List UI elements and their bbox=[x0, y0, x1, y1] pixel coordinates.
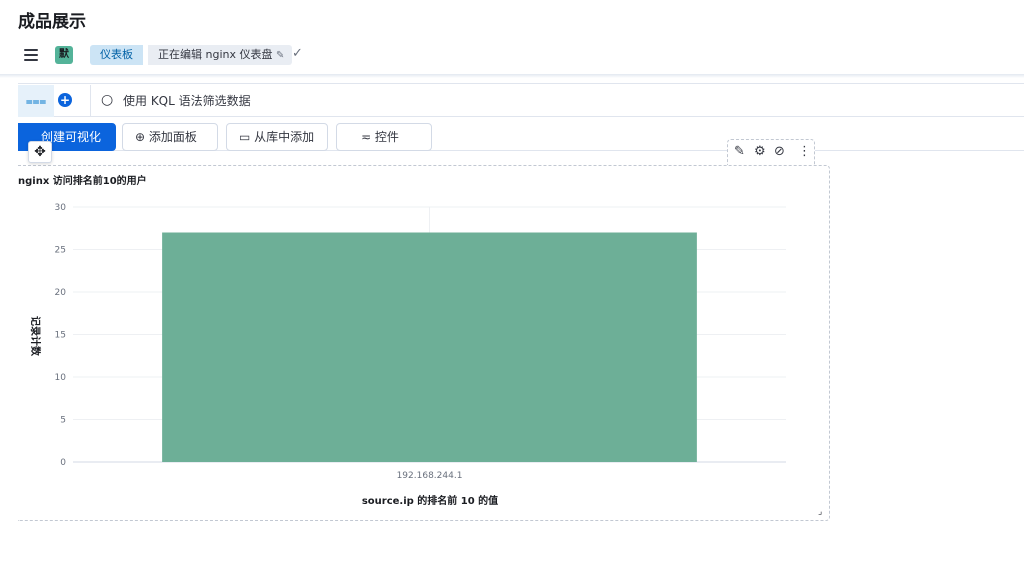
add-from-library-label: 从库中添加 bbox=[254, 130, 315, 144]
pencil-icon[interactable]: ✎ bbox=[276, 50, 284, 61]
menu-icon[interactable] bbox=[24, 49, 38, 61]
page-title: 成品展示 bbox=[18, 12, 86, 32]
x-tick-label: 192.168.244.1 bbox=[397, 471, 463, 481]
y-tick-label: 20 bbox=[55, 288, 67, 298]
move-icon[interactable]: ✥ bbox=[28, 141, 52, 163]
y-tick-label: 25 bbox=[55, 246, 66, 256]
y-tick-label: 10 bbox=[55, 373, 67, 383]
plus-circle-icon: ⊕ bbox=[135, 130, 146, 144]
search-wrapper: ○ bbox=[90, 85, 1024, 117]
bar-chart: 0 5 10 15 20 25 30 192.168.244.1 source.ip 的排名前… bbox=[29, 203, 786, 507]
edit-pencil-icon[interactable]: ✎ bbox=[734, 144, 745, 159]
controls-icon: ≂ bbox=[361, 130, 372, 144]
search-icon: ○ bbox=[101, 92, 114, 108]
breadcrumb-current-label: 正在编辑 nginx 仪表盘 bbox=[158, 48, 273, 61]
x-axis-label: source.ip 的排名前 10 的值 bbox=[362, 494, 498, 507]
top-nav: 默 仪表板 正在编辑 nginx 仪表盘 ✎ ✓ bbox=[0, 40, 1024, 74]
breadcrumb-dashboards[interactable]: 仪表板 bbox=[90, 45, 143, 65]
panel-actions: ✎ ⚙ ⊘ ⋮ bbox=[727, 139, 815, 165]
dashboard-toolbar: 创建可视化 ⊕ 添加面板 ▭ 从库中添加 ≂ 控件 bbox=[18, 123, 1024, 151]
compass-icon[interactable]: ⊘ bbox=[774, 144, 785, 159]
search-input[interactable] bbox=[123, 90, 723, 112]
y-tick-label: 15 bbox=[55, 331, 66, 341]
panel-title: nginx 访问排名前10的用户 bbox=[18, 176, 147, 187]
chart-bar[interactable] bbox=[162, 232, 697, 463]
y-axis-label: 记录计数 bbox=[29, 316, 42, 357]
gear-icon[interactable]: ⚙ bbox=[754, 144, 766, 159]
breadcrumb-current: 正在编辑 nginx 仪表盘 ✎ bbox=[148, 45, 293, 65]
controls-label: 控件 bbox=[374, 130, 399, 144]
resize-handle[interactable]: ⌟ bbox=[818, 507, 822, 517]
folder-icon: ▭ bbox=[239, 130, 251, 144]
add-filter-icon[interactable]: + bbox=[58, 93, 72, 107]
check-icon[interactable]: ✓ bbox=[292, 46, 303, 61]
filter-icon: ⩶ bbox=[25, 94, 47, 108]
filter-menu-button[interactable]: ⩶ bbox=[18, 85, 54, 117]
y-tick-label: 0 bbox=[60, 458, 66, 468]
more-vertical-icon[interactable]: ⋮ bbox=[798, 144, 811, 159]
y-tick-label: 30 bbox=[55, 203, 67, 213]
add-panel-label: 添加面板 bbox=[148, 130, 197, 144]
controls-button[interactable]: ≂ 控件 bbox=[336, 123, 432, 151]
space-avatar[interactable]: 默 bbox=[55, 46, 73, 64]
add-from-library-button[interactable]: ▭ 从库中添加 bbox=[226, 123, 328, 151]
add-panel-button[interactable]: ⊕ 添加面板 bbox=[122, 123, 218, 151]
divider bbox=[0, 74, 1024, 78]
y-tick-label: 5 bbox=[60, 416, 66, 426]
query-bar: ⩶ + ○ bbox=[18, 83, 1024, 117]
